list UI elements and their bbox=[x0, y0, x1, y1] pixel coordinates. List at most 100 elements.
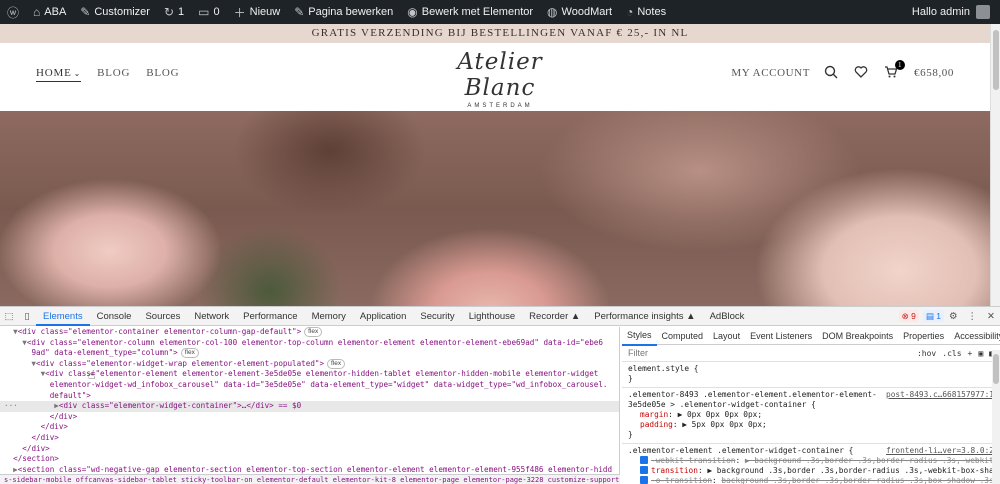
styles-tab-accessibility[interactable]: Accessibility bbox=[949, 327, 1000, 345]
property-value[interactable]: background .3s,border .3s,border-radius … bbox=[721, 476, 998, 484]
css-rule[interactable]: .elementor-element .elementor-widget-con… bbox=[622, 444, 1000, 484]
tab-sources[interactable]: Sources bbox=[138, 307, 187, 326]
cart-icon[interactable]: 1 bbox=[884, 60, 906, 81]
tab-recorder[interactable]: Recorder ▲ bbox=[522, 307, 587, 326]
nav-item-blog-2[interactable]: BLOG bbox=[146, 67, 179, 82]
property-checkbox[interactable] bbox=[640, 456, 648, 464]
styles-tab-dom-breakpoints[interactable]: DOM Breakpoints bbox=[817, 327, 898, 345]
cls-toggle[interactable]: .cls bbox=[942, 349, 961, 358]
property-value[interactable]: ▶ background .3s,border .3s,border-radiu… bbox=[745, 456, 1000, 465]
property-value[interactable]: ▶ 5px 0px 0px 0px; bbox=[682, 420, 767, 429]
nav-item-blog[interactable]: BLOG bbox=[97, 67, 130, 82]
hov-toggle[interactable]: :hov bbox=[917, 349, 936, 358]
css-property[interactable]: margin: ▶ 0px 0px 0px 0px; bbox=[628, 410, 994, 420]
node-toggle[interactable] bbox=[4, 391, 50, 400]
customizer-item[interactable]: ✎ Customizer bbox=[73, 0, 157, 24]
tab-application[interactable]: Application bbox=[353, 307, 413, 326]
search-icon[interactable] bbox=[824, 65, 840, 81]
dom-node-row[interactable]: ▼<div class="elementor-container element… bbox=[0, 327, 619, 338]
css-property[interactable]: -webkit-transition: ▶ background .3s,bor… bbox=[628, 456, 1000, 466]
message-count-badge[interactable]: ▤ 1 bbox=[922, 310, 944, 322]
dom-node-row[interactable]: default"> bbox=[0, 391, 619, 402]
new-rule-button[interactable]: + bbox=[968, 349, 973, 358]
property-value[interactable]: ▶ background .3s,border .3s,border-radiu… bbox=[707, 466, 1000, 475]
node-toggle[interactable] bbox=[4, 380, 50, 389]
property-name[interactable]: padding bbox=[640, 420, 673, 429]
node-toggle[interactable] bbox=[4, 422, 41, 431]
flex-badge[interactable]: flex bbox=[304, 327, 323, 337]
rule-source-link[interactable]: post-8493.c…668157977:1 bbox=[886, 390, 994, 400]
flex-badge[interactable]: flex bbox=[180, 348, 199, 359]
property-checkbox[interactable] bbox=[640, 476, 648, 484]
heart-icon[interactable] bbox=[854, 65, 870, 81]
close-icon[interactable]: ✕ bbox=[982, 311, 1000, 322]
styles-scrollbar-thumb[interactable] bbox=[993, 354, 999, 384]
tab-memory[interactable]: Memory bbox=[305, 307, 353, 326]
woodmart-item[interactable]: ◍ WoodMart bbox=[540, 0, 619, 24]
dom-node-row[interactable]: </section> bbox=[0, 454, 619, 465]
dom-node-row[interactable]: </div> bbox=[0, 422, 619, 433]
scrollbar-thumb[interactable] bbox=[993, 30, 999, 90]
dom-node-row[interactable]: 9ad" data-element_type="column"> flex bbox=[0, 348, 619, 359]
property-name[interactable]: -webkit-transition bbox=[651, 456, 736, 465]
dom-node-row[interactable]: ··· ▶<div class="elementor-widget-contai… bbox=[0, 401, 619, 412]
flex-badge[interactable]: flex bbox=[327, 358, 346, 369]
tab-lighthouse[interactable]: Lighthouse bbox=[462, 307, 522, 326]
styles-tab-styles[interactable]: Styles bbox=[622, 327, 657, 346]
more-options-icon[interactable]: ⋮ bbox=[963, 311, 983, 322]
styles-tab-event-listeners[interactable]: Event Listeners bbox=[745, 327, 817, 345]
styles-tab-computed[interactable]: Computed bbox=[657, 327, 709, 345]
my-account-item[interactable]: Hallo admin bbox=[912, 5, 1000, 19]
computed-toggle-icon[interactable]: ▣ bbox=[978, 349, 983, 358]
tab-elements[interactable]: Elements bbox=[36, 307, 90, 326]
css-property[interactable]: -o-transition: background .3s,border .3s… bbox=[628, 476, 998, 484]
wordpress-logo-item[interactable]: ⓦ bbox=[0, 0, 26, 24]
node-toggle[interactable] bbox=[4, 412, 50, 421]
property-value[interactable]: ▶ 0px 0px 0px 0px; bbox=[678, 410, 763, 419]
property-name[interactable]: -o-transition bbox=[651, 476, 712, 484]
node-toggle[interactable]: ▶ bbox=[4, 465, 18, 474]
device-toggle-icon[interactable]: ▯ bbox=[18, 311, 36, 322]
styles-tab-layout[interactable]: Layout bbox=[708, 327, 745, 345]
node-toggle[interactable]: ▼ bbox=[4, 359, 36, 368]
node-toggle[interactable] bbox=[4, 348, 31, 357]
edit-page-item[interactable]: ✎ Pagina bewerken bbox=[287, 0, 400, 24]
node-toggle[interactable]: ··· ▶ bbox=[4, 401, 59, 410]
settings-gear-icon[interactable]: ⚙ bbox=[944, 311, 963, 322]
css-rule[interactable]: element.style {} bbox=[622, 362, 1000, 388]
dom-node-row[interactable]: ▼<div class="elementor-column elementor-… bbox=[0, 338, 619, 349]
elements-tree[interactable]: ▼<div class="elementor-container element… bbox=[0, 327, 620, 484]
css-property[interactable]: padding: ▶ 5px 0px 0px 0px; bbox=[628, 420, 994, 430]
node-toggle[interactable]: ▼ bbox=[4, 338, 27, 347]
node-toggle[interactable] bbox=[4, 444, 22, 453]
node-toggle[interactable] bbox=[4, 454, 13, 463]
cart-total[interactable]: €658,00 bbox=[914, 67, 954, 79]
tab-console[interactable]: Console bbox=[90, 307, 139, 326]
notes-item[interactable]: ◔ Notes bbox=[619, 0, 673, 24]
updates-item[interactable]: ↻ 1 bbox=[157, 0, 191, 24]
node-toggle[interactable]: ▼ bbox=[4, 369, 46, 378]
nav-item-home[interactable]: HOME ⌄ bbox=[36, 67, 82, 82]
css-property[interactable]: transition: ▶ background .3s,border .3s,… bbox=[628, 466, 1000, 476]
comments-item[interactable]: ▭ 0 bbox=[191, 0, 226, 24]
dom-node-row[interactable]: </div> bbox=[0, 444, 619, 455]
property-checkbox[interactable] bbox=[640, 466, 648, 474]
error-count-badge[interactable]: ⊗ 9 bbox=[898, 310, 919, 322]
dom-breadcrumb[interactable]: s-sidebar-mobile offcanvas-sidebar-table… bbox=[0, 474, 620, 484]
tab-adblock[interactable]: AdBlock bbox=[703, 307, 752, 326]
property-name[interactable]: margin bbox=[640, 410, 668, 419]
styles-tab-properties[interactable]: Properties bbox=[898, 327, 949, 345]
dom-node-row[interactable]: </div> bbox=[0, 433, 619, 444]
tab-network[interactable]: Network bbox=[187, 307, 236, 326]
node-toggle[interactable] bbox=[4, 433, 31, 442]
my-account-link[interactable]: MY ACCOUNT bbox=[731, 67, 810, 79]
tab-security[interactable]: Security bbox=[413, 307, 461, 326]
dom-node-row[interactable]: </div> bbox=[0, 412, 619, 423]
node-toggle[interactable]: ▼ bbox=[4, 327, 18, 336]
rule-selector[interactable]: element.style { bbox=[628, 364, 994, 374]
tab-performance-insights[interactable]: Performance insights ▲ bbox=[587, 307, 702, 326]
elementor-item[interactable]: ◉ Bewerk met Elementor bbox=[400, 0, 540, 24]
new-content-item[interactable]: ＋ Nieuw bbox=[227, 0, 288, 24]
site-logo[interactable]: Atelier Blanc AMSTERDAM bbox=[420, 49, 580, 109]
inspect-icon[interactable]: ⬚ bbox=[0, 311, 18, 322]
